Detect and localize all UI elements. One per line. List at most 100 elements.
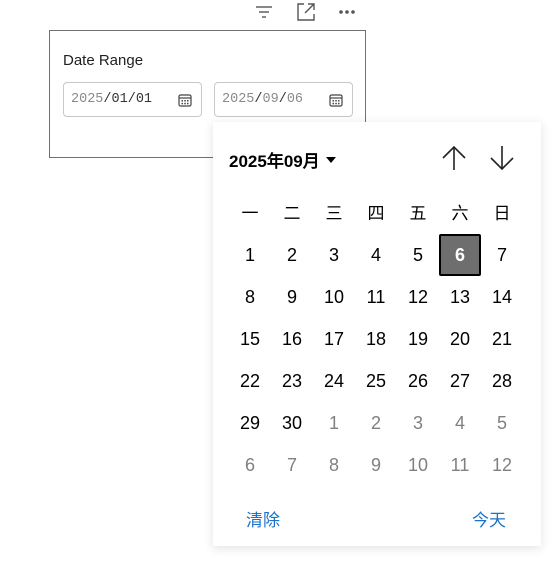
calendar-icon[interactable] <box>178 93 192 107</box>
day-label: 21 <box>491 328 513 349</box>
day-cell[interactable]: 6 <box>229 444 271 486</box>
day-label: 3 <box>412 412 423 433</box>
day-cell[interactable]: 23 <box>271 360 313 402</box>
month-selector[interactable]: 2025年09月 <box>229 147 336 172</box>
day-label: 19 <box>407 328 429 349</box>
day-cell[interactable]: 1 <box>229 234 271 276</box>
day-cell[interactable]: 1 <box>313 402 355 444</box>
day-cell[interactable]: 25 <box>355 360 397 402</box>
day-cell[interactable]: 11 <box>439 444 481 486</box>
day-cell[interactable]: 9 <box>271 276 313 318</box>
end-date-value: 2025/09/06 <box>222 92 304 107</box>
day-label: 27 <box>449 370 471 391</box>
end-date-input[interactable]: 2025/09/06 <box>214 82 353 117</box>
day-cell[interactable]: 10 <box>313 276 355 318</box>
day-cell[interactable]: 7 <box>271 444 313 486</box>
day-cell[interactable]: 11 <box>355 276 397 318</box>
day-label: 14 <box>491 286 513 307</box>
day-cell[interactable]: 22 <box>229 360 271 402</box>
card-title: Date Range <box>63 52 144 69</box>
day-grid: 1 2 3 4 5 6 7 8 9 10 11 12 13 14 15 16 17 18 19 20 21 22 23 24 2… <box>229 234 523 486</box>
day-label: 28 <box>491 370 513 391</box>
day-label: 7 <box>496 244 507 265</box>
day-label: 7 <box>286 454 297 475</box>
day-cell[interactable]: 16 <box>271 318 313 360</box>
day-cell[interactable]: 7 <box>481 234 523 276</box>
day-label: 22 <box>239 370 261 391</box>
day-label: 6 <box>244 454 255 475</box>
day-label: 26 <box>407 370 429 391</box>
day-cell[interactable]: 8 <box>313 444 355 486</box>
day-label: 4 <box>370 244 381 265</box>
clear-button[interactable]: 清除 <box>246 506 280 531</box>
start-date-input[interactable]: 2025/01/01 <box>63 82 202 117</box>
arrow-down-icon <box>490 146 514 171</box>
weekday-label: 日 <box>493 204 511 224</box>
day-cell[interactable]: 2 <box>271 234 313 276</box>
expand-icon[interactable] <box>293 0 319 24</box>
day-cell[interactable]: 5 <box>481 402 523 444</box>
day-label: 24 <box>323 370 345 391</box>
day-cell[interactable]: 9 <box>355 444 397 486</box>
day-cell[interactable]: 20 <box>439 318 481 360</box>
day-label: 8 <box>244 286 255 307</box>
day-label: 12 <box>491 454 513 475</box>
day-label: 1 <box>328 412 339 433</box>
day-label: 1 <box>244 244 255 265</box>
day-cell[interactable]: 26 <box>397 360 439 402</box>
start-date-value: 2025/01/01 <box>71 92 153 107</box>
selected-day-cell[interactable]: 6 <box>439 234 481 276</box>
day-cell[interactable]: 10 <box>397 444 439 486</box>
calendar-icon[interactable] <box>329 93 343 107</box>
day-cell[interactable]: 18 <box>355 318 397 360</box>
arrow-up-icon <box>442 145 466 170</box>
day-label: 30 <box>281 412 303 433</box>
day-cell[interactable]: 19 <box>397 318 439 360</box>
day-cell[interactable]: 4 <box>439 402 481 444</box>
prev-month-button[interactable] <box>438 142 470 174</box>
day-label: 6 <box>439 234 481 276</box>
day-label: 12 <box>407 286 429 307</box>
day-cell[interactable]: 28 <box>481 360 523 402</box>
month-label: 2025年09月 <box>229 152 320 171</box>
day-cell[interactable]: 12 <box>397 276 439 318</box>
day-label: 13 <box>449 286 471 307</box>
more-icon[interactable] <box>334 0 360 24</box>
day-label: 29 <box>239 412 261 433</box>
day-cell[interactable]: 30 <box>271 402 313 444</box>
day-cell[interactable]: 24 <box>313 360 355 402</box>
day-cell[interactable]: 15 <box>229 318 271 360</box>
day-label: 18 <box>365 328 387 349</box>
filter-icon[interactable] <box>251 0 277 24</box>
day-cell[interactable]: 27 <box>439 360 481 402</box>
day-cell[interactable]: 3 <box>313 234 355 276</box>
day-cell[interactable]: 14 <box>481 276 523 318</box>
day-cell[interactable]: 2 <box>355 402 397 444</box>
day-label: 17 <box>323 328 345 349</box>
day-label: 11 <box>450 454 470 475</box>
day-label: 2 <box>286 244 297 265</box>
weekday-label: 五 <box>409 204 427 224</box>
day-cell[interactable]: 12 <box>481 444 523 486</box>
page: Date Range 2025/01/01 2025/09/06 2025年09… <box>0 0 558 564</box>
weekday-label: 二 <box>283 204 301 224</box>
day-cell[interactable]: 29 <box>229 402 271 444</box>
weekday-label: 四 <box>367 204 385 224</box>
day-label: 5 <box>412 244 423 265</box>
day-label: 15 <box>239 328 261 349</box>
day-label: 23 <box>281 370 303 391</box>
caret-down-icon <box>325 156 336 163</box>
day-cell[interactable]: 5 <box>397 234 439 276</box>
next-month-button[interactable] <box>486 142 518 174</box>
day-cell[interactable]: 21 <box>481 318 523 360</box>
day-cell[interactable]: 13 <box>439 276 481 318</box>
day-cell[interactable]: 4 <box>355 234 397 276</box>
weekday-label: 六 <box>451 204 469 224</box>
day-cell[interactable]: 8 <box>229 276 271 318</box>
today-button[interactable]: 今天 <box>472 506 506 531</box>
day-cell[interactable]: 3 <box>397 402 439 444</box>
day-label: 9 <box>370 454 381 475</box>
day-cell[interactable]: 17 <box>313 318 355 360</box>
day-label: 3 <box>328 244 339 265</box>
day-label: 11 <box>366 286 386 307</box>
